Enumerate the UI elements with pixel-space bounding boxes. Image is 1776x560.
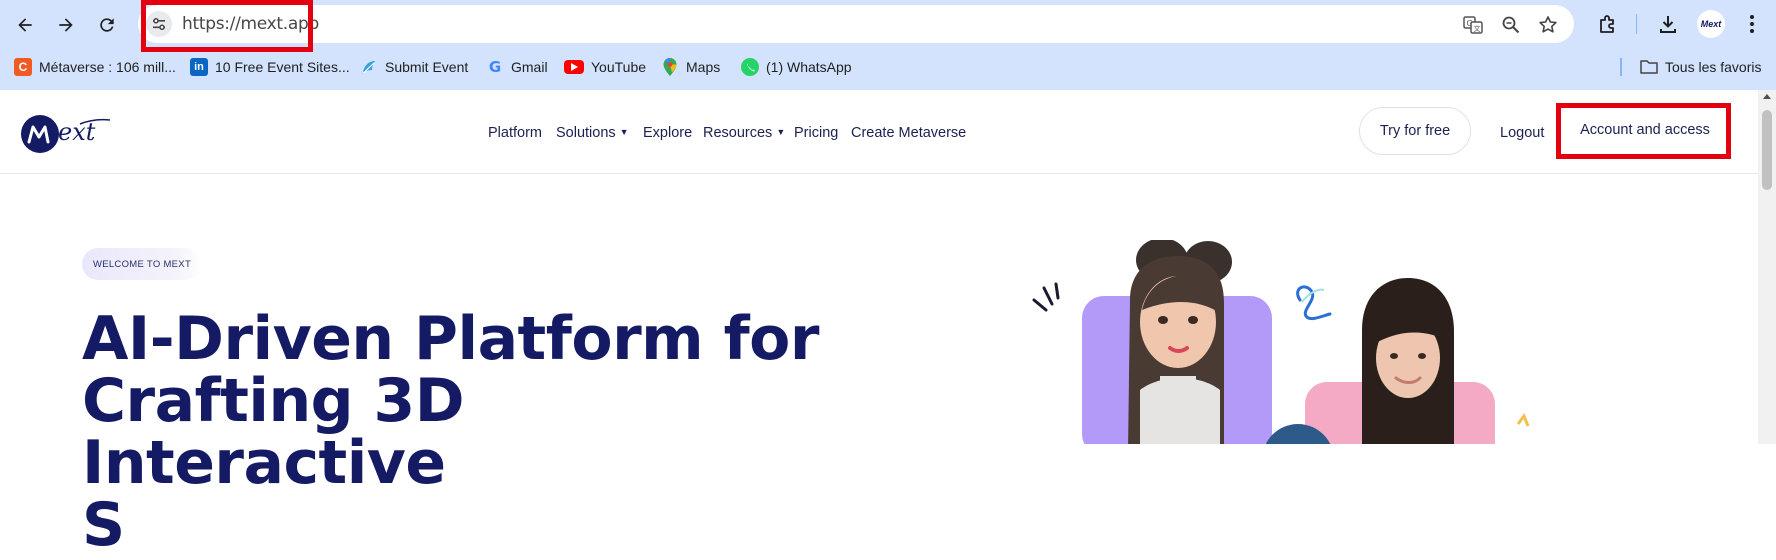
bookmark-item[interactable]: (1) WhatsApp: [741, 56, 852, 78]
nav-explore[interactable]: Explore: [643, 125, 692, 141]
submit-event-icon: [360, 58, 378, 76]
bookmark-label: Maps: [686, 59, 721, 75]
bookmarks-bar: C Métaverse : 106 mill... in 10 Free Eve…: [0, 52, 1776, 82]
nav-create-metaverse[interactable]: Create Metaverse: [851, 125, 966, 141]
bookmark-item[interactable]: in 10 Free Event Sites...: [190, 56, 350, 78]
reload-button[interactable]: [90, 8, 124, 42]
bookmark-label: 10 Free Event Sites...: [215, 59, 350, 75]
profile-avatar[interactable]: Mext: [1697, 10, 1725, 38]
bookmark-label: Gmail: [511, 59, 548, 75]
scroll-thumb[interactable]: [1762, 110, 1772, 190]
bookmark-label: (1) WhatsApp: [766, 59, 852, 75]
browser-chrome: https://mext.app G文 Mext C Métaverse : 1…: [0, 0, 1776, 90]
reload-icon: [100, 18, 114, 32]
all-bookmarks-folder[interactable]: Tous les favoris: [1640, 56, 1761, 78]
account-and-access-button[interactable]: Account and access: [1562, 104, 1728, 156]
welcome-badge: WELCOME TO MEXT: [82, 248, 202, 280]
mext-logo[interactable]: ext: [20, 110, 111, 154]
bookmark-label: Submit Event: [385, 59, 469, 75]
bookmark-label: YouTube: [591, 59, 647, 75]
avatar-logo-text: Mext: [1700, 19, 1722, 29]
caret-down-icon: ▼: [776, 127, 786, 137]
translate-icon[interactable]: G文: [1462, 14, 1484, 36]
address-bar[interactable]: https://mext.app G文: [138, 5, 1574, 43]
zoom-icon[interactable]: [1500, 14, 1522, 36]
forward-button[interactable]: [49, 8, 83, 42]
google-icon: G: [488, 58, 502, 76]
nav-pricing[interactable]: Pricing: [794, 125, 838, 141]
nav-solutions-label: Solutions: [556, 125, 616, 141]
bookmarks-divider: [1620, 58, 1622, 76]
hero-illustration: [1030, 238, 1550, 496]
bookmark-item[interactable]: C Métaverse : 106 mill...: [14, 56, 176, 78]
bookmark-item[interactable]: YouTube: [564, 56, 646, 78]
back-button[interactable]: [8, 8, 42, 42]
nav-platform[interactable]: Platform: [488, 125, 542, 141]
bookmark-item[interactable]: G Gmail: [486, 56, 548, 78]
site-info-button[interactable]: [146, 11, 172, 37]
scroll-up-arrow-icon[interactable]: [1763, 94, 1771, 99]
whatsapp-icon: [741, 58, 759, 76]
toolbar-divider: [1636, 14, 1637, 34]
bookmark-item[interactable]: Maps: [661, 56, 720, 78]
youtube-icon: [564, 60, 584, 74]
c-logo-icon: C: [14, 58, 32, 76]
hero-title-line-3: S: [82, 490, 125, 560]
avatar-illustration: [1032, 238, 1530, 496]
hero-title-line-2: Crafting 3D Interactive: [82, 366, 465, 498]
arrow-left-icon: [18, 18, 32, 32]
nav-solutions[interactable]: Solutions ▼: [556, 125, 629, 141]
linkedin-icon: in: [190, 58, 208, 76]
try-for-free-button[interactable]: Try for free: [1359, 107, 1471, 155]
nav-resources-label: Resources: [703, 125, 773, 141]
url-text[interactable]: https://mext.app: [182, 14, 319, 34]
logout-link[interactable]: Logout: [1500, 125, 1544, 141]
nav-resources[interactable]: Resources ▼: [703, 125, 785, 141]
maps-icon: [661, 58, 679, 76]
site-header: ext Platform Solutions ▼ Explore Resource…: [0, 90, 1758, 174]
bookmark-label: Métaverse : 106 mill...: [39, 59, 176, 75]
folder-icon: [1640, 58, 1658, 76]
mext-logo-mark: ext: [21, 115, 111, 153]
menu-kebab-icon[interactable]: [1740, 12, 1764, 36]
bookmark-star-icon[interactable]: [1537, 14, 1559, 36]
tune-icon: [153, 18, 165, 31]
caret-down-icon: ▼: [619, 127, 629, 137]
bookmark-item[interactable]: Submit Event: [360, 56, 468, 78]
hero-title: AI-Driven Platform for Crafting 3D Inter…: [82, 308, 842, 556]
arrow-right-icon: [59, 18, 73, 32]
all-bookmarks-label: Tous les favoris: [1665, 59, 1762, 75]
page-scrollbar[interactable]: [1758, 90, 1776, 444]
svg-text:ext: ext: [58, 118, 96, 146]
hero-title-line-1: AI-Driven Platform for: [82, 304, 819, 374]
extensions-icon[interactable]: [1596, 12, 1620, 36]
svg-text:文: 文: [1474, 24, 1481, 33]
download-icon[interactable]: [1656, 12, 1680, 36]
